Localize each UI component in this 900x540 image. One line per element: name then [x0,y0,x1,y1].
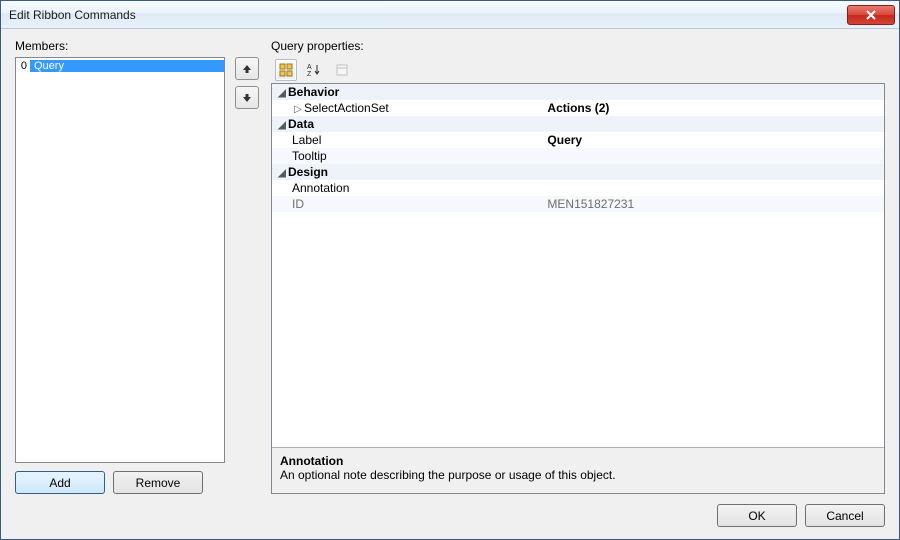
expand-icon[interactable]: ◢ [276,168,288,179]
members-pane: Members: 0 Query Add Remove [15,39,225,494]
property-value[interactable] [547,180,884,196]
category-name: Data [288,117,314,131]
property-row[interactable]: ▷SelectActionSet Actions (2) [272,100,884,116]
property-value[interactable]: Query [547,132,884,148]
cancel-button[interactable]: Cancel [805,504,885,527]
property-name: Label [292,133,321,147]
arrow-up-icon [242,64,252,74]
list-item-label: Query [30,60,224,72]
property-pages-icon [335,63,349,77]
property-pages-button[interactable] [331,59,353,81]
remove-button[interactable]: Remove [113,471,203,494]
sort-az-icon: A Z [307,63,321,77]
category-name: Design [288,165,328,179]
property-name: Tooltip [292,149,327,163]
property-row[interactable]: Tooltip [272,148,884,164]
expand-icon[interactable]: ◢ [276,120,288,131]
close-icon [866,10,876,20]
ok-button[interactable]: OK [717,504,797,527]
list-item-index: 0 [16,60,30,72]
properties-toolbar: A Z [271,57,885,83]
cancel-button-label: Cancel [826,509,863,523]
properties-label: Query properties: [271,39,885,53]
titlebar[interactable]: Edit Ribbon Commands [1,1,899,29]
svg-text:A: A [307,64,312,71]
reorder-buttons [235,39,261,494]
property-name: SelectActionSet [304,101,389,115]
description-title: Annotation [280,454,876,468]
add-button[interactable]: Add [15,471,105,494]
property-row[interactable]: Label Query [272,132,884,148]
properties-pane: Query properties: A Z [271,39,885,494]
remove-button-label: Remove [136,476,181,490]
property-name: ID [292,197,304,211]
categorized-icon [279,63,293,77]
category-row[interactable]: ◢Design [272,164,884,180]
property-grid-body[interactable]: ◢Behavior ▷SelectActionSet Actions (2) ◢… [272,84,884,447]
categorized-button[interactable] [275,59,297,81]
category-row[interactable]: ◢Data [272,116,884,132]
description-panel: Annotation An optional note describing t… [272,447,884,493]
members-listbox[interactable]: 0 Query [15,57,225,463]
svg-text:Z: Z [307,71,312,77]
close-button[interactable] [847,5,895,25]
expand-icon[interactable]: ▷ [292,104,304,115]
ok-button-label: OK [748,509,765,523]
members-label: Members: [15,39,225,53]
category-row[interactable]: ◢Behavior [272,84,884,100]
dialog-footer: OK Cancel [15,494,885,529]
arrow-down-icon [242,93,252,103]
property-value: MEN151827231 [547,196,884,212]
move-down-button[interactable] [235,86,259,109]
dialog-window: Edit Ribbon Commands Members: 0 Query Ad… [0,0,900,540]
window-title: Edit Ribbon Commands [9,8,136,22]
move-up-button[interactable] [235,57,259,80]
property-grid[interactable]: ◢Behavior ▷SelectActionSet Actions (2) ◢… [271,83,885,494]
description-text: An optional note describing the purpose … [280,468,876,482]
add-button-label: Add [49,476,70,490]
property-value[interactable] [547,148,884,164]
property-row[interactable]: Annotation [272,180,884,196]
property-value[interactable]: Actions (2) [547,100,884,116]
expand-icon[interactable]: ◢ [276,88,288,99]
work-area: Members: 0 Query Add Remove [15,39,885,494]
property-name: Annotation [292,181,349,195]
client-area: Members: 0 Query Add Remove [1,29,899,539]
property-row[interactable]: ID MEN151827231 [272,196,884,212]
alphabetical-button[interactable]: A Z [303,59,325,81]
list-item[interactable]: 0 Query [16,58,224,74]
category-name: Behavior [288,85,339,99]
members-buttons: Add Remove [15,471,225,494]
